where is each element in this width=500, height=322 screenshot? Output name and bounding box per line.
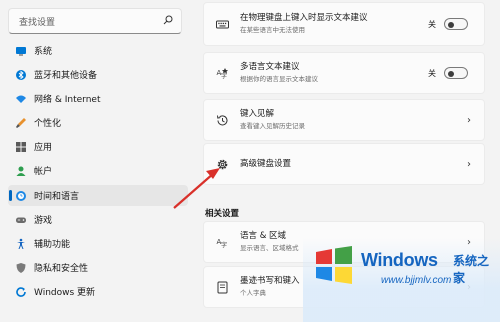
language-region-icon: A字 (204, 236, 240, 249)
related-settings-heading: 相关设置 (205, 209, 240, 219)
ink-icon (204, 281, 240, 294)
chevron-right-icon: › (467, 158, 471, 170)
sidebar-item-gaming[interactable]: 游戏 (8, 209, 188, 230)
gamepad-icon (8, 214, 34, 226)
accessibility-icon (8, 238, 34, 250)
sidebar: 查找设置 系统 蓝牙和其他设备 网络 & Internet 个性化 应用 帐户 … (0, 0, 195, 322)
card-title: 在物理键盘上键入时显示文本建议 (240, 13, 368, 23)
card-title: 键入见解 (240, 109, 275, 119)
toggle-state-label: 关 (428, 19, 436, 29)
sidebar-item-label: 时间和语言 (34, 192, 80, 202)
watermark-brand: Windows (361, 250, 438, 270)
sidebar-item-windows-update[interactable]: Windows 更新 (8, 281, 188, 302)
card-title: 多语言文本建议 (240, 62, 300, 72)
card-subtitle: 根据你的语言显示文本建议 (240, 75, 318, 83)
card-physical-keyboard-suggestions[interactable]: 在物理键盘上键入时显示文本建议 在某些语言中无法使用 关 (203, 2, 485, 46)
card-text: 键入见解 查看键入见解历史记录 (240, 109, 454, 131)
sidebar-item-label: 帐户 (34, 167, 53, 177)
sidebar-item-label: 应用 (34, 143, 53, 153)
card-typing-insights[interactable]: 键入见解 查看键入见解历史记录 › (203, 99, 485, 141)
bluetooth-icon (8, 69, 34, 81)
svg-text:字: 字 (221, 241, 227, 249)
toggle-knob (448, 70, 454, 77)
card-title: 高级键盘设置 (240, 158, 292, 169)
toggle-knob (448, 21, 454, 28)
sidebar-item-label: 游戏 (34, 216, 53, 226)
card-subtitle: 查看键入见解历史记录 (240, 122, 305, 130)
apps-icon (8, 141, 34, 153)
sidebar-item-system[interactable]: 系统 (8, 40, 188, 61)
sidebar-item-personalization[interactable]: 个性化 (8, 112, 188, 133)
search-icon[interactable] (155, 15, 181, 28)
shield-icon (8, 262, 34, 274)
keyboard-icon (204, 18, 240, 31)
card-advanced-keyboard-settings[interactable]: 高级键盘设置 › (203, 143, 485, 185)
language-suggest-icon: A字 (204, 67, 240, 80)
watermark-url: www.bjjmlv.com (381, 275, 452, 286)
sidebar-item-network[interactable]: 网络 & Internet (8, 88, 188, 109)
watermark-site-name: 系统之家 (453, 254, 490, 285)
sidebar-item-bluetooth[interactable]: 蓝牙和其他设备 (8, 64, 188, 85)
gear-icon (204, 158, 240, 171)
update-icon (8, 286, 34, 298)
active-indicator (9, 190, 12, 201)
wifi-icon (8, 93, 34, 105)
sidebar-item-privacy[interactable]: 隐私和安全性 (8, 257, 188, 278)
brush-icon (8, 117, 34, 129)
search-box[interactable]: 查找设置 (8, 8, 182, 34)
sidebar-item-label: 蓝牙和其他设备 (34, 71, 98, 81)
chevron-right-icon: › (467, 114, 471, 126)
watermark: Windows 系统之家 www.bjjmlv.com (303, 238, 500, 322)
toggle-switch[interactable] (444, 18, 468, 30)
sidebar-item-accessibility[interactable]: 辅助功能 (8, 233, 188, 254)
history-icon (204, 114, 240, 127)
toggle-state-label: 关 (428, 68, 436, 78)
card-text: 在物理键盘上键入时显示文本建议 在某些语言中无法使用 (240, 13, 428, 35)
sidebar-item-time-language[interactable]: 时间和语言 (8, 185, 188, 206)
sidebar-item-label: 个性化 (34, 119, 62, 129)
sidebar-item-label: 隐私和安全性 (34, 264, 89, 274)
card-text: 高级键盘设置 (240, 159, 454, 170)
sidebar-item-label: 辅助功能 (34, 240, 71, 250)
account-icon (8, 165, 34, 177)
sidebar-item-label: Windows 更新 (34, 288, 96, 298)
monitor-icon (8, 45, 34, 57)
sidebar-item-accounts[interactable]: 帐户 (8, 160, 188, 181)
toggle-switch[interactable] (444, 67, 468, 79)
card-subtitle: 在某些语言中无法使用 (240, 26, 305, 34)
card-multilingual-suggestions[interactable]: A字 多语言文本建议 根据你的语言显示文本建议 关 (203, 52, 485, 94)
sidebar-item-label: 系统 (34, 47, 53, 57)
sidebar-item-apps[interactable]: 应用 (8, 136, 188, 157)
sidebar-item-label: 网络 & Internet (34, 95, 101, 105)
search-input[interactable]: 查找设置 (19, 15, 155, 28)
svg-text:字: 字 (221, 72, 227, 80)
card-text: 多语言文本建议 根据你的语言显示文本建议 (240, 62, 428, 84)
windows-logo-icon (316, 246, 352, 284)
